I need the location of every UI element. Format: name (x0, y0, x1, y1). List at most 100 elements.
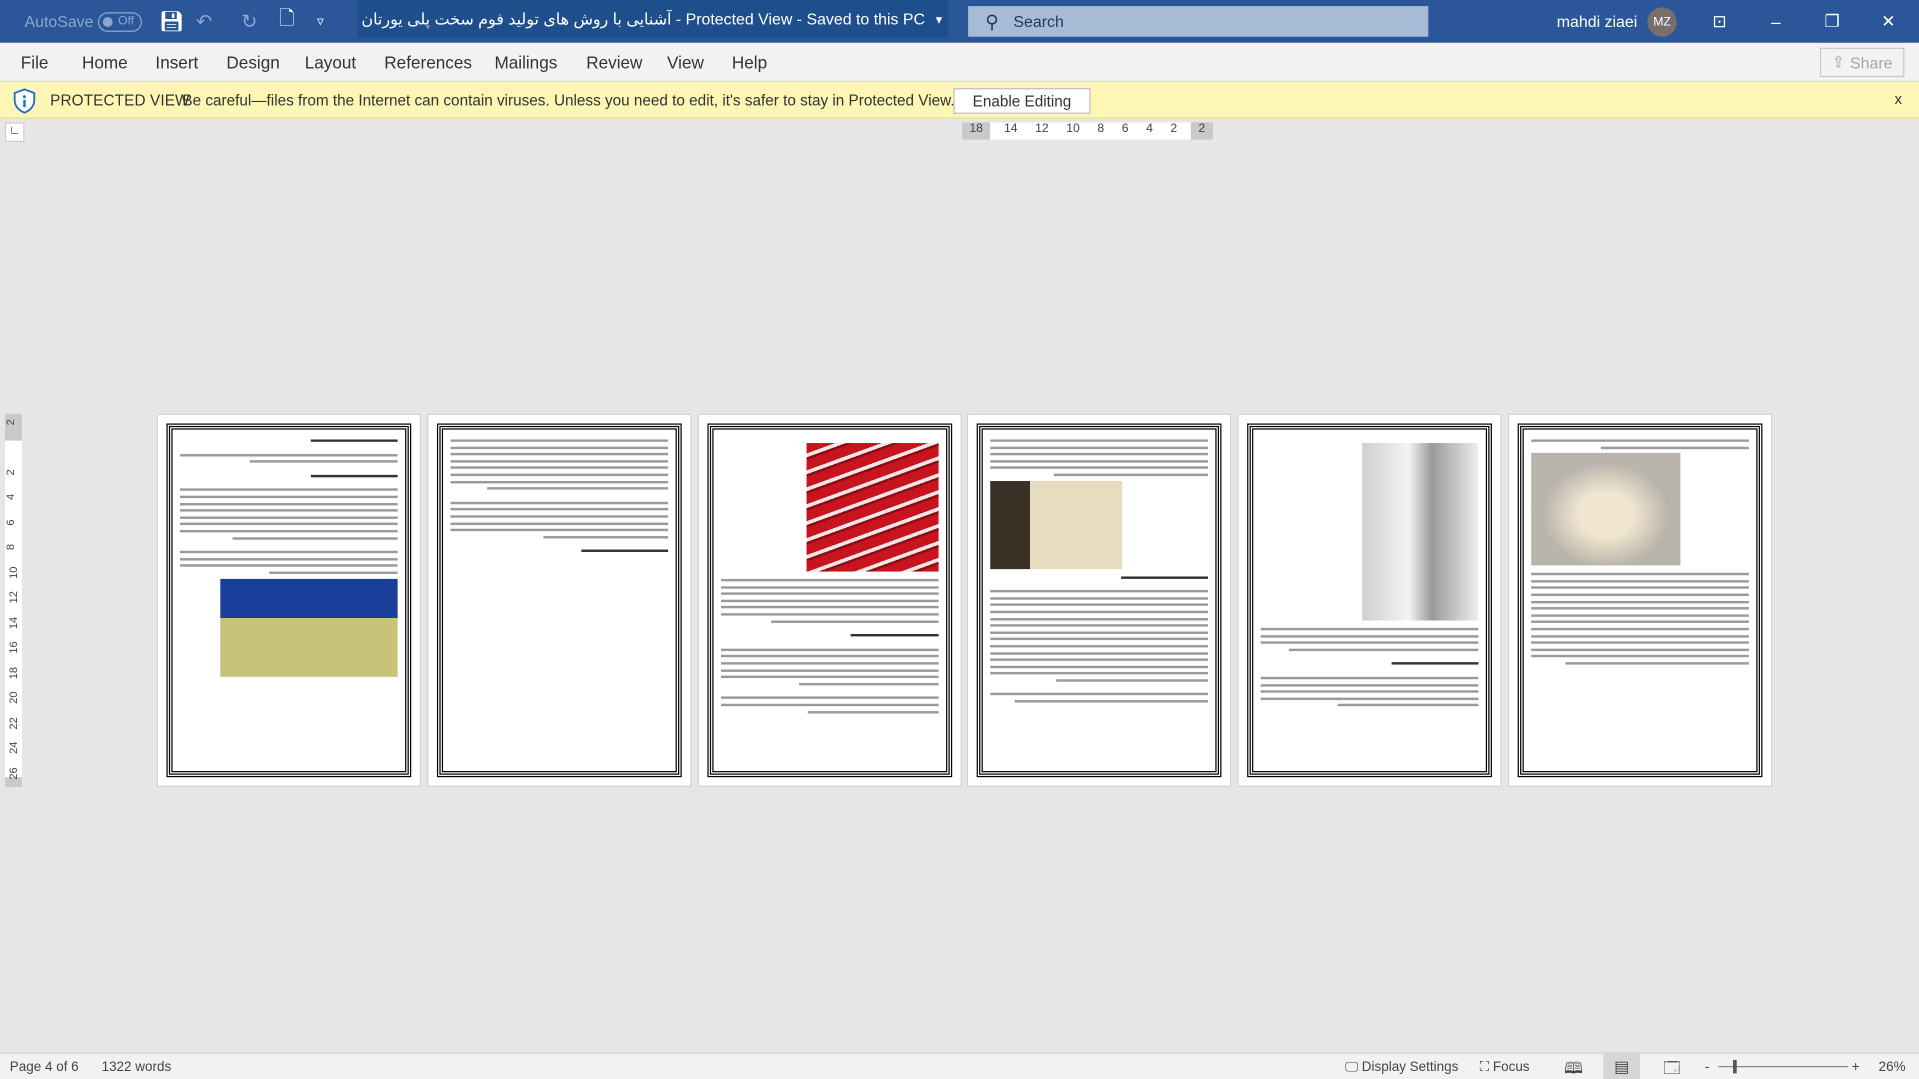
text-line (720, 703, 939, 707)
user-name[interactable]: mahdi ziaei (1557, 12, 1637, 30)
ruler-tick: 4 (1146, 122, 1153, 136)
text-line (1260, 676, 1479, 680)
page-thumbnail-5[interactable] (1237, 413, 1502, 787)
text-line (179, 509, 398, 512)
zoom-level[interactable]: 26% (1879, 1060, 1906, 1075)
customize-toolbar-icon[interactable]: ▿ (317, 0, 324, 43)
text-line (450, 480, 669, 483)
zoom-slider[interactable] (1718, 1066, 1849, 1068)
text-line (720, 599, 939, 602)
monitor-icon: 🖵︎ (1345, 1059, 1362, 1075)
text-line (450, 453, 669, 456)
tab-help[interactable]: Help (732, 53, 767, 73)
page-count[interactable]: Page 4 of 6 (10, 1060, 79, 1075)
tab-home[interactable]: Home (82, 53, 128, 73)
text-line (720, 655, 939, 658)
close-bar-button[interactable]: x (1895, 91, 1902, 108)
text-line (232, 536, 398, 540)
autosave-state[interactable]: Off (98, 11, 143, 32)
text-line (179, 502, 398, 505)
word-count[interactable]: 1322 words (102, 1060, 172, 1075)
text-line (990, 446, 1209, 449)
protected-view-label: PROTECTED VIEW (50, 91, 190, 109)
share-icon: ⇪ (1831, 52, 1846, 71)
text-line (1531, 627, 1749, 631)
text-line (990, 439, 1209, 442)
undo-icon[interactable]: ↶ (196, 0, 212, 43)
print-layout-icon[interactable]: ▤ (1603, 1053, 1641, 1079)
page-thumbnail-4[interactable] (967, 413, 1232, 787)
text-line (450, 466, 669, 470)
ruler-tick: 22 (7, 716, 20, 729)
read-mode-icon[interactable]: 🕮︎ (1564, 1057, 1583, 1079)
avatar[interactable]: MZ (1647, 7, 1677, 37)
share-button[interactable]: ⇪ Share (1819, 47, 1905, 78)
tab-file[interactable]: File (21, 53, 49, 73)
text-line (1531, 439, 1749, 442)
text-line (990, 453, 1209, 456)
new-document-icon[interactable]: 🗋 (279, 0, 295, 43)
page-thumbnail-6[interactable] (1507, 413, 1773, 787)
ruler-tick: 2 (4, 419, 17, 426)
horizontal-ruler[interactable]: 18 14 12 10 8 6 4 2 2 (961, 122, 1213, 140)
text-line (798, 682, 939, 686)
minimize-icon[interactable]: – (1748, 0, 1804, 43)
zoom-in-button[interactable]: + (1852, 1060, 1860, 1075)
text-line (990, 617, 1209, 620)
text-line (990, 631, 1209, 634)
text-line (450, 515, 669, 518)
share-label: Share (1850, 53, 1893, 72)
text-line (770, 619, 939, 623)
text-line (1014, 700, 1209, 703)
text-line (1053, 473, 1209, 477)
text-line (1531, 655, 1749, 658)
text-line (1391, 662, 1479, 666)
enable-editing-button[interactable]: Enable Editing (953, 88, 1091, 114)
restore-icon[interactable]: ❐ (1804, 0, 1860, 43)
vertical-ruler[interactable]: 2 2 4 6 8 10 12 14 16 18 20 22 24 26 (4, 413, 23, 787)
text-line (179, 523, 398, 526)
text-line (720, 606, 939, 609)
text-line (1531, 641, 1749, 644)
tab-references[interactable]: References (384, 53, 472, 73)
document-title[interactable]: آشنایی با روش های تولید فوم سخت پلی یورت… (357, 0, 949, 38)
search-box[interactable]: ⚲ Search (968, 6, 1429, 37)
tab-layout[interactable]: Layout (305, 53, 356, 73)
autosave-toggle[interactable]: AutoSave Off (24, 0, 143, 43)
tab-insert[interactable]: Insert (155, 53, 198, 73)
display-settings-button[interactable]: 🖵︎ Display Settings (1345, 1060, 1458, 1076)
page-thumbnail-1[interactable] (156, 413, 422, 787)
web-layout-icon[interactable]: 🗔︎ (1663, 1057, 1680, 1079)
search-placeholder: Search (1013, 12, 1064, 31)
ruler-tick: 2 (1191, 122, 1213, 140)
ruler-tick: 24 (7, 741, 20, 754)
focus-button[interactable]: ⛶ Focus (1480, 1060, 1530, 1076)
close-icon[interactable]: ✕ (1860, 0, 1916, 43)
page-thumbnail-3[interactable] (697, 413, 962, 787)
zoom-slider-thumb[interactable] (1733, 1059, 1737, 1074)
tab-stop-selector[interactable]: ∟ (4, 122, 25, 142)
text-line (310, 474, 398, 478)
save-icon[interactable]: 💾︎ (159, 0, 184, 43)
ribbon-display-icon[interactable]: ⊡ (1691, 0, 1747, 43)
tab-design[interactable]: Design (226, 53, 279, 73)
ruler-tick: 12 (1035, 122, 1049, 136)
text-line (450, 522, 669, 525)
text-line (1337, 704, 1479, 707)
tab-mailings[interactable]: Mailings (494, 53, 557, 73)
ruler-tick: 16 (7, 641, 20, 654)
text-line (851, 634, 939, 637)
separator: - (792, 9, 807, 29)
tab-view[interactable]: View (667, 53, 704, 73)
page-thumbnail-2[interactable] (426, 413, 692, 787)
text-line (1531, 614, 1749, 617)
status-bar: Page 4 of 6 1322 words 🖵︎ Display Settin… (0, 1052, 1919, 1079)
save-status: Saved to this PC (806, 9, 925, 29)
text-line (990, 693, 1209, 696)
redo-icon[interactable]: ↻ (241, 0, 257, 43)
ruler-tick: 12 (7, 591, 20, 604)
tab-review[interactable]: Review (586, 53, 642, 73)
ruler-tick: 14 (1003, 122, 1018, 136)
zoom-out-button[interactable]: - (1705, 1060, 1709, 1075)
page-content (720, 439, 939, 768)
